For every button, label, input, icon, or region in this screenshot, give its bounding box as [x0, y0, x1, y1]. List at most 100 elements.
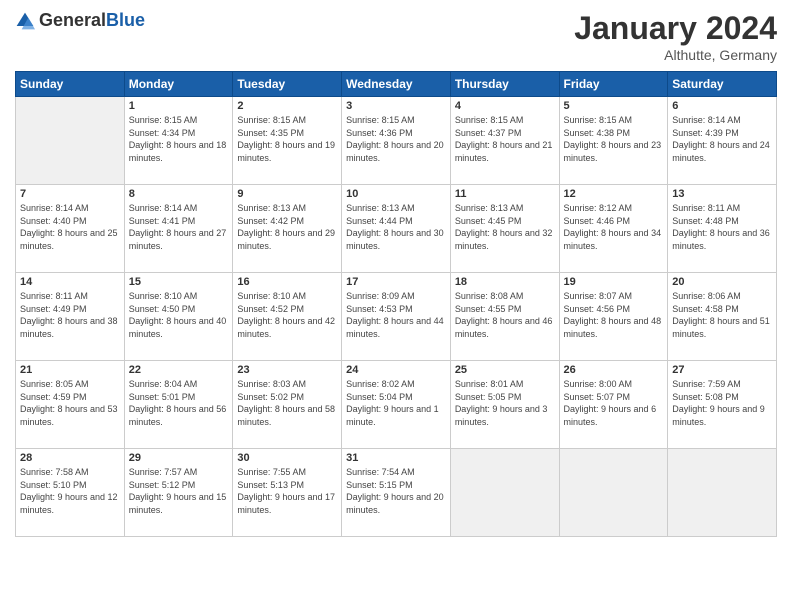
day-number: 1 [129, 100, 229, 112]
day-number: 20 [672, 276, 772, 288]
day-number: 4 [455, 100, 555, 112]
day-info: Sunrise: 8:08 AMSunset: 4:55 PMDaylight:… [455, 290, 555, 340]
weekday-header-monday: Monday [124, 72, 233, 97]
day-info: Sunrise: 8:01 AMSunset: 5:05 PMDaylight:… [455, 378, 555, 428]
calendar-cell: 9 Sunrise: 8:13 AMSunset: 4:42 PMDaylight… [233, 185, 342, 273]
day-info: Sunrise: 8:15 AMSunset: 4:35 PMDaylight:… [237, 114, 337, 164]
calendar-cell: 12 Sunrise: 8:12 AMSunset: 4:46 PMDayligh… [559, 185, 668, 273]
day-info: Sunrise: 7:59 AMSunset: 5:08 PMDaylight:… [672, 378, 772, 428]
day-info: Sunrise: 8:11 AMSunset: 4:49 PMDaylight:… [20, 290, 120, 340]
day-number: 26 [564, 364, 664, 376]
day-info: Sunrise: 7:54 AMSunset: 5:15 PMDaylight:… [346, 466, 446, 516]
day-number: 17 [346, 276, 446, 288]
day-number: 7 [20, 188, 120, 200]
day-number: 9 [237, 188, 337, 200]
day-info: Sunrise: 8:15 AMSunset: 4:36 PMDaylight:… [346, 114, 446, 164]
calendar-week-row: 7 Sunrise: 8:14 AMSunset: 4:40 PMDaylight… [16, 185, 777, 273]
day-info: Sunrise: 8:15 AMSunset: 4:37 PMDaylight:… [455, 114, 555, 164]
day-number: 21 [20, 364, 120, 376]
calendar-cell: 26 Sunrise: 8:00 AMSunset: 5:07 PMDayligh… [559, 361, 668, 449]
logo-general: GeneralBlue [39, 10, 145, 31]
day-info: Sunrise: 8:15 AMSunset: 4:38 PMDaylight:… [564, 114, 664, 164]
day-number: 15 [129, 276, 229, 288]
day-number: 23 [237, 364, 337, 376]
logo-icon [15, 11, 35, 31]
calendar-cell [16, 97, 125, 185]
weekday-header-tuesday: Tuesday [233, 72, 342, 97]
calendar-page: GeneralBlue January 2024 Althutte, Germa… [0, 0, 792, 612]
day-number: 5 [564, 100, 664, 112]
day-number: 12 [564, 188, 664, 200]
day-info: Sunrise: 7:58 AMSunset: 5:10 PMDaylight:… [20, 466, 120, 516]
calendar-cell: 3 Sunrise: 8:15 AMSunset: 4:36 PMDaylight… [342, 97, 451, 185]
day-number: 28 [20, 452, 120, 464]
day-number: 29 [129, 452, 229, 464]
day-info: Sunrise: 8:12 AMSunset: 4:46 PMDaylight:… [564, 202, 664, 252]
day-number: 10 [346, 188, 446, 200]
calendar-cell: 16 Sunrise: 8:10 AMSunset: 4:52 PMDayligh… [233, 273, 342, 361]
day-info: Sunrise: 8:07 AMSunset: 4:56 PMDaylight:… [564, 290, 664, 340]
day-info: Sunrise: 7:57 AMSunset: 5:12 PMDaylight:… [129, 466, 229, 516]
day-info: Sunrise: 8:11 AMSunset: 4:48 PMDaylight:… [672, 202, 772, 252]
day-number: 3 [346, 100, 446, 112]
header: GeneralBlue January 2024 Althutte, Germa… [15, 10, 777, 63]
calendar-cell: 20Sunrise: 8:06 AMSunset: 4:58 PMDayligh… [668, 273, 777, 361]
title-block: January 2024 Althutte, Germany [574, 10, 777, 63]
month-title: January 2024 [574, 10, 777, 47]
day-number: 24 [346, 364, 446, 376]
day-info: Sunrise: 8:14 AMSunset: 4:40 PMDaylight:… [20, 202, 120, 252]
day-number: 13 [672, 188, 772, 200]
day-number: 6 [672, 100, 772, 112]
weekday-header-friday: Friday [559, 72, 668, 97]
calendar-cell: 23Sunrise: 8:03 AMSunset: 5:02 PMDayligh… [233, 361, 342, 449]
calendar-cell: 21 Sunrise: 8:05 AMSunset: 4:59 PMDayligh… [16, 361, 125, 449]
calendar-cell: 19Sunrise: 8:07 AMSunset: 4:56 PMDayligh… [559, 273, 668, 361]
calendar-cell [668, 449, 777, 537]
calendar-cell: 29 Sunrise: 7:57 AMSunset: 5:12 PMDayligh… [124, 449, 233, 537]
day-number: 11 [455, 188, 555, 200]
calendar-cell: 25 Sunrise: 8:01 AMSunset: 5:05 PMDayligh… [450, 361, 559, 449]
calendar-cell: 17 Sunrise: 8:09 AMSunset: 4:53 PMDayligh… [342, 273, 451, 361]
day-number: 18 [455, 276, 555, 288]
calendar-cell: 22 Sunrise: 8:04 AMSunset: 5:01 PMDayligh… [124, 361, 233, 449]
weekday-header-thursday: Thursday [450, 72, 559, 97]
calendar-week-row: 1 Sunrise: 8:15 AMSunset: 4:34 PMDaylight… [16, 97, 777, 185]
day-info: Sunrise: 8:10 AMSunset: 4:50 PMDaylight:… [129, 290, 229, 340]
calendar-cell [559, 449, 668, 537]
day-number: 22 [129, 364, 229, 376]
day-info: Sunrise: 8:00 AMSunset: 5:07 PMDaylight:… [564, 378, 664, 428]
day-info: Sunrise: 8:13 AMSunset: 4:45 PMDaylight:… [455, 202, 555, 252]
calendar-cell: 30Sunrise: 7:55 AMSunset: 5:13 PMDayligh… [233, 449, 342, 537]
day-info: Sunrise: 8:13 AMSunset: 4:42 PMDaylight:… [237, 202, 337, 252]
calendar-cell: 7 Sunrise: 8:14 AMSunset: 4:40 PMDaylight… [16, 185, 125, 273]
day-number: 14 [20, 276, 120, 288]
calendar-cell: 6 Sunrise: 8:14 AMSunset: 4:39 PMDaylight… [668, 97, 777, 185]
day-info: Sunrise: 8:14 AMSunset: 4:39 PMDaylight:… [672, 114, 772, 164]
calendar-cell: 31Sunrise: 7:54 AMSunset: 5:15 PMDayligh… [342, 449, 451, 537]
day-info: Sunrise: 8:04 AMSunset: 5:01 PMDaylight:… [129, 378, 229, 428]
day-info: Sunrise: 8:05 AMSunset: 4:59 PMDaylight:… [20, 378, 120, 428]
calendar-cell: 27Sunrise: 7:59 AMSunset: 5:08 PMDayligh… [668, 361, 777, 449]
day-info: Sunrise: 8:15 AMSunset: 4:34 PMDaylight:… [129, 114, 229, 164]
calendar-week-row: 28 Sunrise: 7:58 AMSunset: 5:10 PMDayligh… [16, 449, 777, 537]
calendar-cell: 28 Sunrise: 7:58 AMSunset: 5:10 PMDayligh… [16, 449, 125, 537]
calendar-table: SundayMondayTuesdayWednesdayThursdayFrid… [15, 71, 777, 537]
day-number: 25 [455, 364, 555, 376]
calendar-cell: 4 Sunrise: 8:15 AMSunset: 4:37 PMDaylight… [450, 97, 559, 185]
weekday-header-sunday: Sunday [16, 72, 125, 97]
day-info: Sunrise: 8:14 AMSunset: 4:41 PMDaylight:… [129, 202, 229, 252]
calendar-cell: 15 Sunrise: 8:10 AMSunset: 4:50 PMDayligh… [124, 273, 233, 361]
calendar-week-row: 14 Sunrise: 8:11 AMSunset: 4:49 PMDayligh… [16, 273, 777, 361]
day-number: 16 [237, 276, 337, 288]
day-number: 2 [237, 100, 337, 112]
calendar-cell: 1 Sunrise: 8:15 AMSunset: 4:34 PMDaylight… [124, 97, 233, 185]
day-info: Sunrise: 8:10 AMSunset: 4:52 PMDaylight:… [237, 290, 337, 340]
calendar-cell: 24Sunrise: 8:02 AMSunset: 5:04 PMDayligh… [342, 361, 451, 449]
logo: GeneralBlue [15, 10, 145, 31]
day-number: 8 [129, 188, 229, 200]
calendar-cell: 5 Sunrise: 8:15 AMSunset: 4:38 PMDaylight… [559, 97, 668, 185]
calendar-cell: 14 Sunrise: 8:11 AMSunset: 4:49 PMDayligh… [16, 273, 125, 361]
day-info: Sunrise: 8:09 AMSunset: 4:53 PMDaylight:… [346, 290, 446, 340]
day-info: Sunrise: 7:55 AMSunset: 5:13 PMDaylight:… [237, 466, 337, 516]
calendar-cell: 13 Sunrise: 8:11 AMSunset: 4:48 PMDayligh… [668, 185, 777, 273]
